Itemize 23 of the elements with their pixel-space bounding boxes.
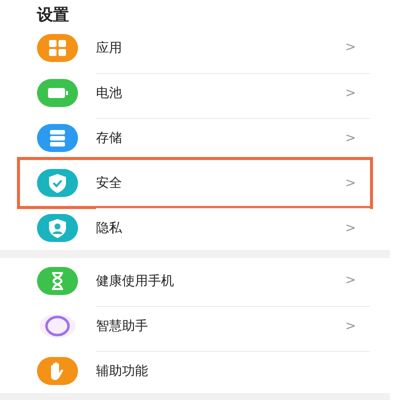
chevron-icon: > (345, 130, 356, 146)
item-label: 电池 (96, 85, 122, 102)
settings-item[interactable]: 安全 > (17, 157, 373, 209)
item-label: 辅助功能 (96, 363, 148, 380)
item-label: 隐私 (96, 220, 122, 237)
chevron-icon: > (345, 318, 356, 334)
chevron-icon: > (345, 86, 356, 100)
page-title: 设置 (36, 4, 70, 25)
item-label: 存储 (96, 130, 122, 147)
chevron-icon: > (345, 220, 356, 236)
settings-item[interactable]: 健康使用手机 > (17, 258, 373, 303)
settings-item[interactable]: 电池 > (17, 70, 373, 115)
item-label: 健康使用手机 (96, 272, 174, 290)
item-label: 应用 (96, 40, 122, 56)
settings-item[interactable]: 智慧助手 > (17, 303, 373, 348)
item-label: 安全 (96, 175, 122, 192)
settings-item[interactable]: 辅助功能 (17, 348, 373, 393)
settings-item[interactable]: 应用 > (17, 25, 373, 70)
settings-item[interactable]: 存储 > (17, 115, 373, 160)
chevron-icon: > (345, 40, 356, 55)
item-label: 智慧助手 (96, 318, 148, 335)
chevron-icon: > (345, 273, 356, 288)
chevron-icon: > (345, 176, 356, 190)
